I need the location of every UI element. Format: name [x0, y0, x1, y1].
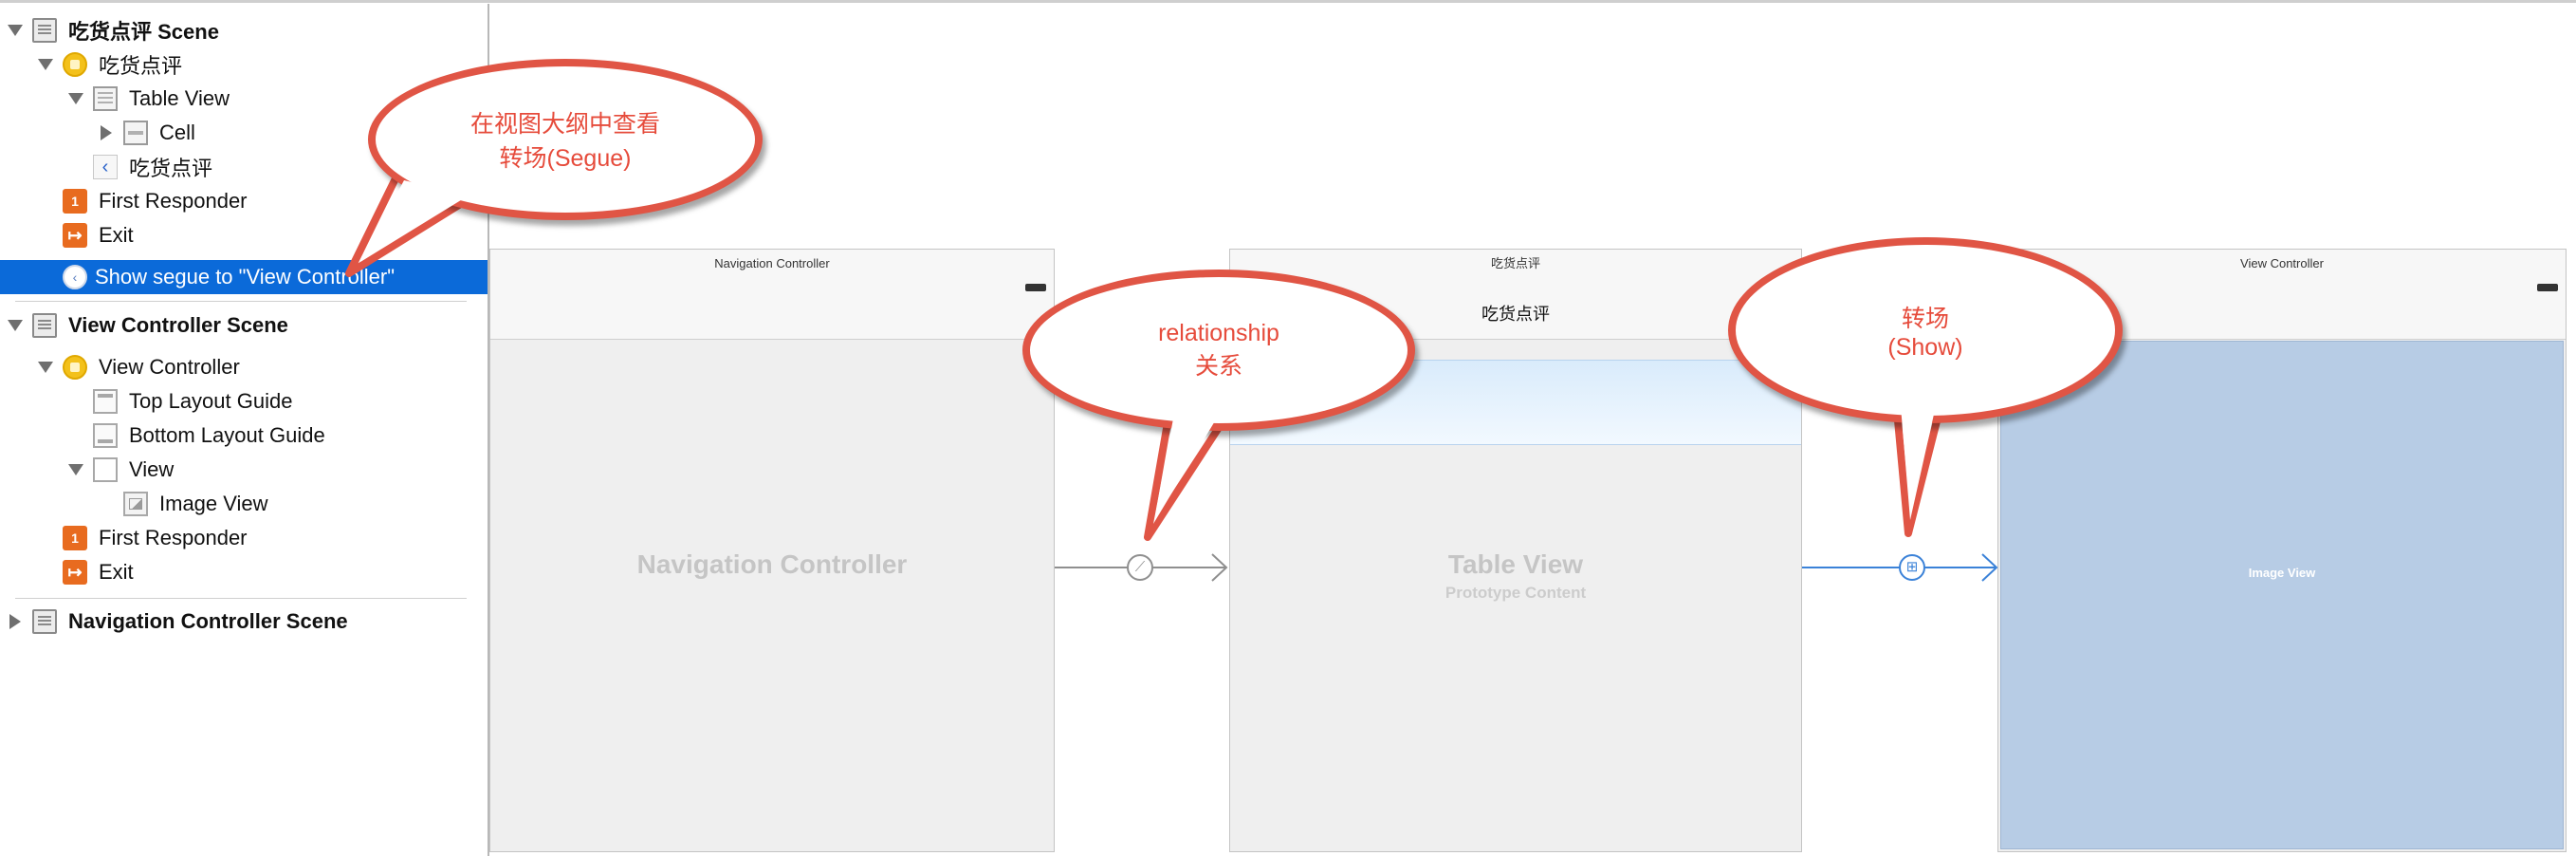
callout-tail-joins: [360, 180, 1935, 524]
